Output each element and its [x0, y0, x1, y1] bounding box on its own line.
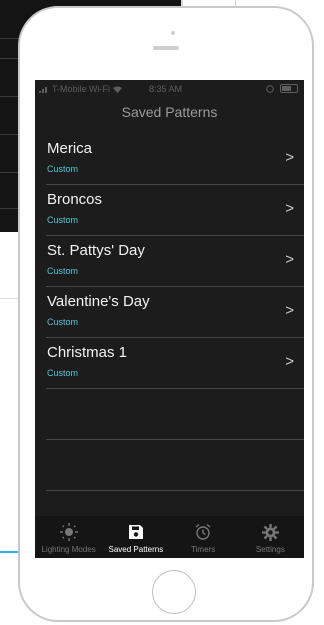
- tab-settings[interactable]: Settings: [237, 516, 304, 558]
- front-camera: [171, 31, 175, 35]
- status-right: [266, 84, 298, 93]
- status-left: T-Mobile Wi-Fi: [39, 84, 122, 94]
- wifi-icon: [113, 86, 122, 93]
- pattern-name: Broncos: [47, 191, 103, 208]
- page-title: Saved Patterns: [121, 104, 218, 120]
- home-button[interactable]: [152, 570, 196, 614]
- gear-icon: [261, 522, 279, 542]
- pattern-name: Merica: [47, 140, 93, 157]
- chevron-right-icon: >: [285, 149, 294, 166]
- save-icon: [128, 522, 144, 542]
- battery-icon: [280, 84, 298, 93]
- signal-icon: [39, 86, 47, 93]
- empty-list-row: [46, 440, 304, 491]
- app-screen: T-Mobile Wi-Fi 8:35 AM Saved Patterns Me…: [35, 80, 304, 558]
- pattern-type: Custom: [47, 164, 79, 174]
- chevron-right-icon: >: [285, 251, 294, 268]
- pattern-name: Christmas 1: [47, 344, 128, 361]
- saved-patterns-list: Merica Custom > Broncos Custom > St. Pat…: [35, 134, 304, 491]
- chevron-right-icon: >: [285, 353, 294, 370]
- chevron-right-icon: >: [285, 302, 294, 319]
- alarm-clock-icon: [194, 522, 212, 542]
- pattern-type: Custom: [47, 266, 79, 276]
- pattern-name: St. Pattys' Day: [47, 242, 145, 259]
- status-bar: T-Mobile Wi-Fi 8:35 AM: [35, 80, 304, 98]
- empty-list-row: [46, 389, 304, 440]
- pattern-name: Valentine's Day: [47, 293, 150, 310]
- list-item[interactable]: Merica Custom >: [46, 134, 304, 185]
- tab-timers[interactable]: Timers: [170, 516, 237, 558]
- tab-bar: Lighting Modes Saved Patterns Timers Set…: [35, 516, 304, 558]
- tab-label: Timers: [191, 545, 216, 554]
- tab-label: Settings: [255, 545, 285, 554]
- earpiece-speaker: [153, 46, 179, 50]
- carrier-label: T-Mobile Wi-Fi: [52, 84, 110, 94]
- list-item[interactable]: St. Pattys' Day Custom >: [46, 236, 304, 287]
- tab-label: Lighting Modes: [41, 545, 96, 554]
- status-time: 8:35 AM: [149, 84, 183, 94]
- pattern-type: Custom: [47, 317, 79, 327]
- chevron-right-icon: >: [285, 200, 294, 217]
- tab-saved-patterns[interactable]: Saved Patterns: [102, 516, 169, 558]
- pattern-type: Custom: [47, 368, 79, 378]
- tab-label: Saved Patterns: [108, 545, 164, 554]
- list-item[interactable]: Christmas 1 Custom >: [46, 338, 304, 389]
- tab-lighting-modes[interactable]: Lighting Modes: [35, 516, 102, 558]
- list-item[interactable]: Valentine's Day Custom >: [46, 287, 304, 338]
- list-item[interactable]: Broncos Custom >: [46, 185, 304, 236]
- orientation-lock-icon: [266, 84, 274, 93]
- pattern-type: Custom: [47, 215, 79, 225]
- sun-icon: [59, 522, 78, 542]
